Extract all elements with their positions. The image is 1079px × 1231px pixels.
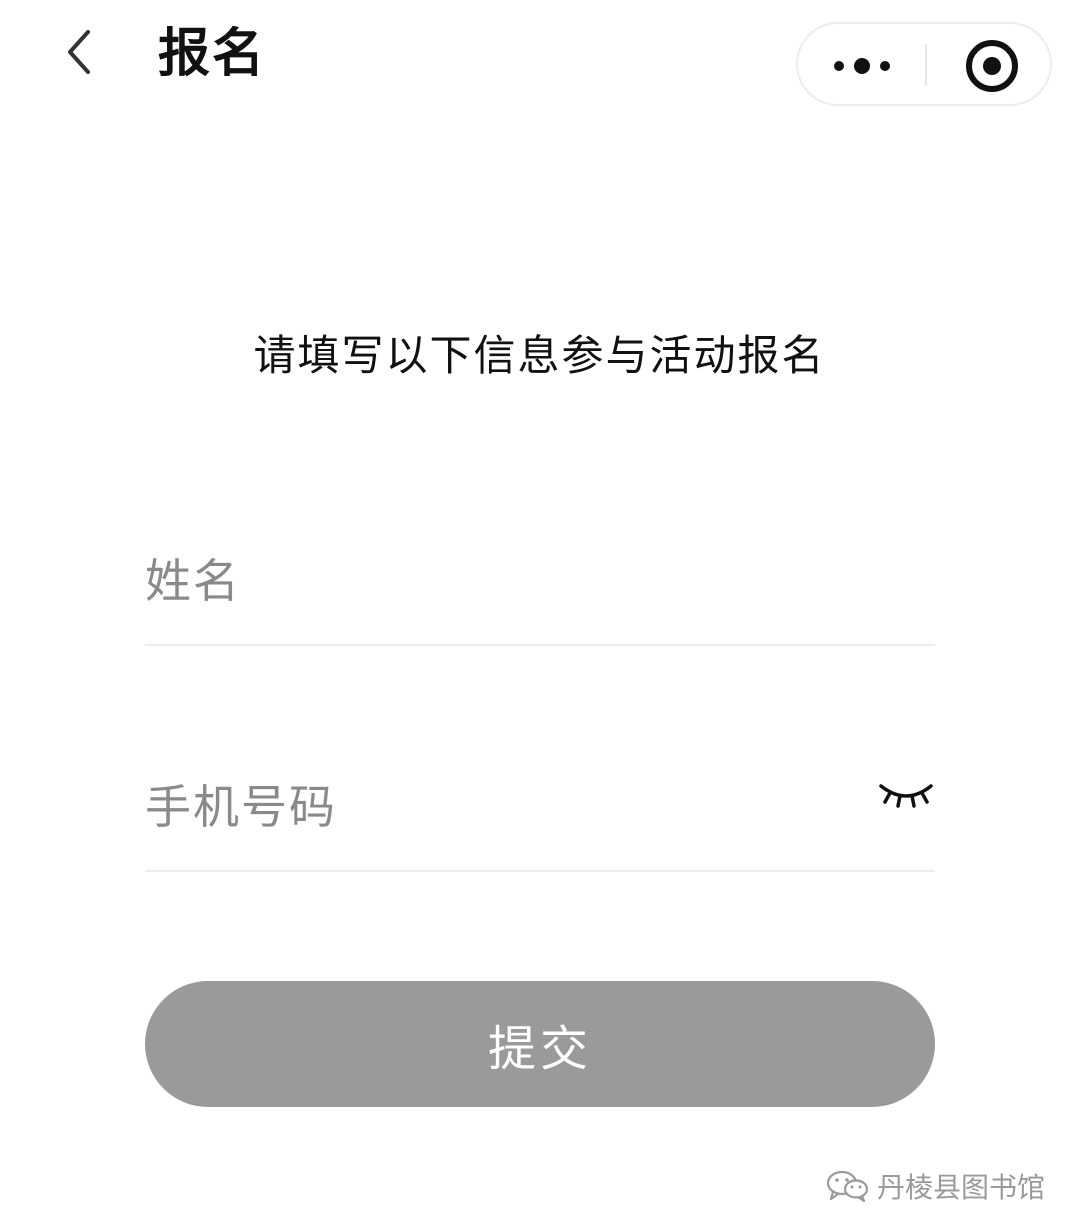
watermark-text: 丹棱县图书馆: [876, 1171, 1045, 1204]
name-field-row: [145, 526, 935, 646]
chevron-left-icon: [68, 30, 90, 74]
eye-closed-icon: [879, 784, 933, 808]
wechat-icon: [826, 1170, 869, 1203]
mini-program-capsule: [796, 22, 1052, 106]
back-button[interactable]: [52, 22, 112, 82]
more-dots-icon: [834, 58, 890, 74]
target-circle-icon: [966, 40, 1018, 92]
more-button[interactable]: [798, 24, 926, 104]
submit-button[interactable]: 提交: [145, 981, 935, 1107]
visibility-toggle[interactable]: [877, 776, 935, 816]
watermark: 丹棱县图书馆: [825, 1164, 1045, 1208]
phone-input[interactable]: [145, 772, 845, 842]
phone-field-row: [145, 752, 935, 872]
name-input[interactable]: [145, 546, 845, 616]
page-title: 报名: [158, 24, 267, 84]
close-button[interactable]: [928, 24, 1052, 104]
registration-page: 报名 请填写以下信息参与活动报名 姓名 手机号码 提交 丹棱县图书馆: [0, 0, 1079, 1231]
capsule-divider: [925, 44, 927, 86]
intro-text: 请填写以下信息参与活动报名: [253, 331, 826, 380]
